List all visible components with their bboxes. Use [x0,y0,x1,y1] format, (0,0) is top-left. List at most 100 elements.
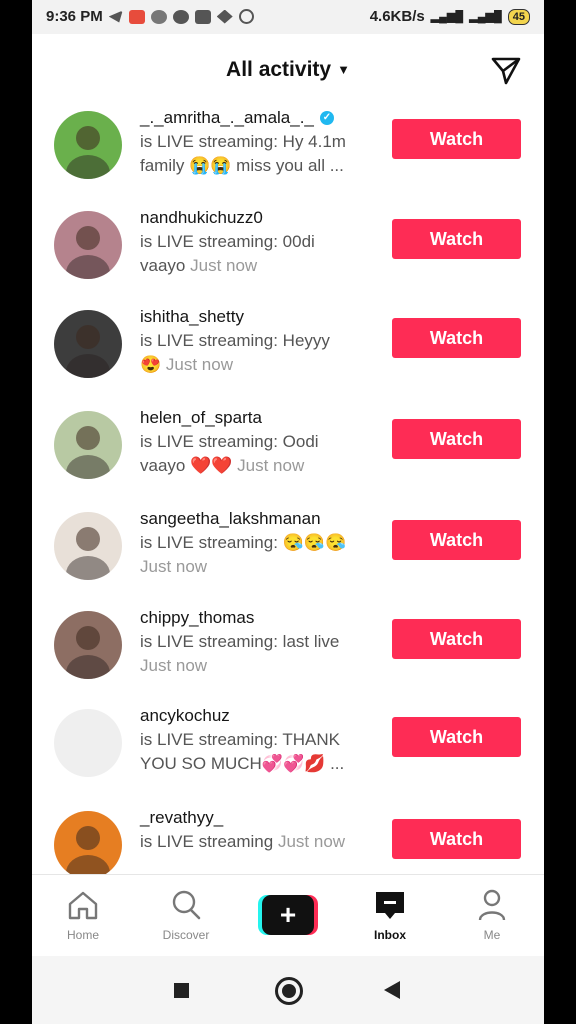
bottom-nav: Home Discover + Inbox Me [32,874,544,957]
activity-text: chippy_thomasis LIVE streaming: last liv… [140,606,380,678]
activity-text: ishitha_shettyis LIVE streaming: Heyyy 😍 … [140,305,380,377]
username[interactable]: _._amritha_._amala_._ ✓ [140,106,380,130]
watch-button[interactable]: Watch [392,819,521,859]
activity-row[interactable]: _revathyy_is LIVE streaming Just now Watc… [32,806,544,874]
activity-line2: Just now [140,654,380,678]
tools-icon [216,9,233,24]
messenger-icon [172,9,189,24]
timestamp: Just now [190,256,258,275]
home-icon [68,891,98,920]
verified-badge-icon: ✓ [319,111,334,125]
caret-down-icon: ▼ [337,62,350,77]
plus-icon: + [262,895,314,935]
activity-line1: is LIVE streaming: 00di [140,232,315,251]
activity-text: _._amritha_._amala_._ ✓is LIVE streaming:… [140,106,380,178]
activity-line2: YOU SO MUCH💞💞💋 ... [140,754,345,773]
status-bar: 9:36 PM 4.6KB/s ▂▄▆█ ▂▄▆█ 45 [32,0,544,34]
activity-line1: is LIVE streaming: Heyyy [140,331,330,350]
nav-me[interactable]: Me [452,889,532,942]
username[interactable]: ancykochuz [140,704,380,728]
activity-line2: vaayo ❤️❤️ Just now [140,456,305,475]
username[interactable]: _revathyy_ [140,806,380,830]
search-icon [172,890,201,920]
activity-filter-dropdown[interactable]: All activity ▼ [32,58,544,82]
signal-icon: ▂▄▆█ [430,11,464,23]
avatar[interactable] [54,310,122,378]
watch-button[interactable]: Watch [392,219,521,259]
avatar[interactable] [54,111,122,179]
timestamp: Just now [140,557,208,576]
avatar[interactable] [54,211,122,279]
activity-line2: vaayo Just now [140,256,258,275]
recents-icon[interactable] [174,983,189,998]
home-circle-icon[interactable] [275,977,303,1005]
network-speed: 4.6KB/s [369,8,425,25]
nav-home[interactable]: Home [43,889,123,942]
activity-line1: is LIVE streaming: THANK [140,730,340,749]
activity-text: _revathyy_is LIVE streaming Just now [140,806,380,854]
nav-home-label: Home [66,928,99,942]
timestamp: Just now [277,832,346,851]
battery-icon: 45 [507,8,530,25]
activity-text: sangeetha_lakshmananis LIVE streaming: 😪… [140,507,380,579]
timestamp: Just now [165,355,233,374]
phone-screen: 9:36 PM 4.6KB/s ▂▄▆█ ▂▄▆█ 45 All activit… [32,0,544,1024]
activity-line1: is LIVE streaming: last live [140,632,340,651]
watch-button[interactable]: Watch [392,520,521,560]
header: All activity ▼ [32,34,544,106]
username[interactable]: helen_of_sparta [140,406,380,430]
page-title: All activity [226,58,332,81]
watch-button[interactable]: Watch [392,717,521,757]
nav-inbox[interactable]: Inbox [350,889,430,942]
telegram-icon [108,10,123,23]
avatar[interactable] [54,512,122,580]
vivaldi-icon [128,9,145,24]
status-time: 9:36 PM [46,8,103,25]
activity-line2: family 😭😭 miss you all ... [140,156,344,175]
activity-row[interactable]: ancykochuz is LIVE streaming: THANK YOU SO… [32,704,544,804]
activity-line2: 😍 Just now [140,355,233,374]
activity-row[interactable]: helen_of_spartais LIVE streaming: Oodi va… [32,406,544,506]
watch-button[interactable]: Watch [392,619,521,659]
nav-discover[interactable]: Discover [146,889,226,942]
nav-inbox-label: Inbox [374,928,406,942]
activity-text: ancykochuz is LIVE streaming: THANK YOU SO… [140,704,380,776]
avatar[interactable] [54,811,122,874]
app-icon [150,9,167,24]
send-filter-icon[interactable] [490,54,522,86]
activity-line1: is LIVE streaming Just now [140,832,346,851]
timestamp: Just now [237,456,305,475]
activity-line1: is LIVE streaming: Oodi [140,432,319,451]
avatar[interactable] [54,611,122,679]
username[interactable]: sangeetha_lakshmanan [140,507,380,531]
system-nav-bar [32,956,544,1024]
create-button[interactable]: + [258,895,318,935]
avatar[interactable] [54,709,122,777]
activity-row[interactable]: _._amritha_._amala_._ ✓is LIVE streaming:… [32,106,544,206]
inbox-icon [376,892,404,919]
nav-discover-label: Discover [162,928,210,942]
back-triangle-icon[interactable] [384,981,400,999]
watch-button[interactable]: Watch [392,419,521,459]
activity-row[interactable]: sangeetha_lakshmananis LIVE streaming: 😪… [32,507,544,607]
profile-icon [478,889,506,921]
nav-me-label: Me [483,928,501,942]
activity-row[interactable]: chippy_thomasis LIVE streaming: last liv… [32,606,544,706]
signal-icon-2: ▂▄▆█ [469,11,502,23]
video-icon [194,9,211,24]
avatar[interactable] [54,411,122,479]
activity-line1: is LIVE streaming: Hy 4.1m [140,132,346,151]
username[interactable]: ishitha_shetty [140,305,380,329]
activity-line2: Just now [140,555,380,579]
username[interactable]: nandhukichuzz0 [140,206,380,230]
activity-text: nandhukichuzz0 is LIVE streaming: 00di vaa… [140,206,380,278]
watch-button[interactable]: Watch [392,318,521,358]
whatsapp-icon [238,9,254,24]
activity-line1: is LIVE streaming: 😪😪😪 [140,533,347,552]
activity-row[interactable]: ishitha_shettyis LIVE streaming: Heyyy 😍 … [32,305,544,405]
activity-list[interactable]: _._amritha_._amala_._ ✓is LIVE streaming:… [32,106,544,874]
watch-button[interactable]: Watch [392,119,521,159]
username[interactable]: chippy_thomas [140,606,380,630]
timestamp: Just now [140,656,208,675]
activity-row[interactable]: nandhukichuzz0 is LIVE streaming: 00di vaa… [32,206,544,306]
